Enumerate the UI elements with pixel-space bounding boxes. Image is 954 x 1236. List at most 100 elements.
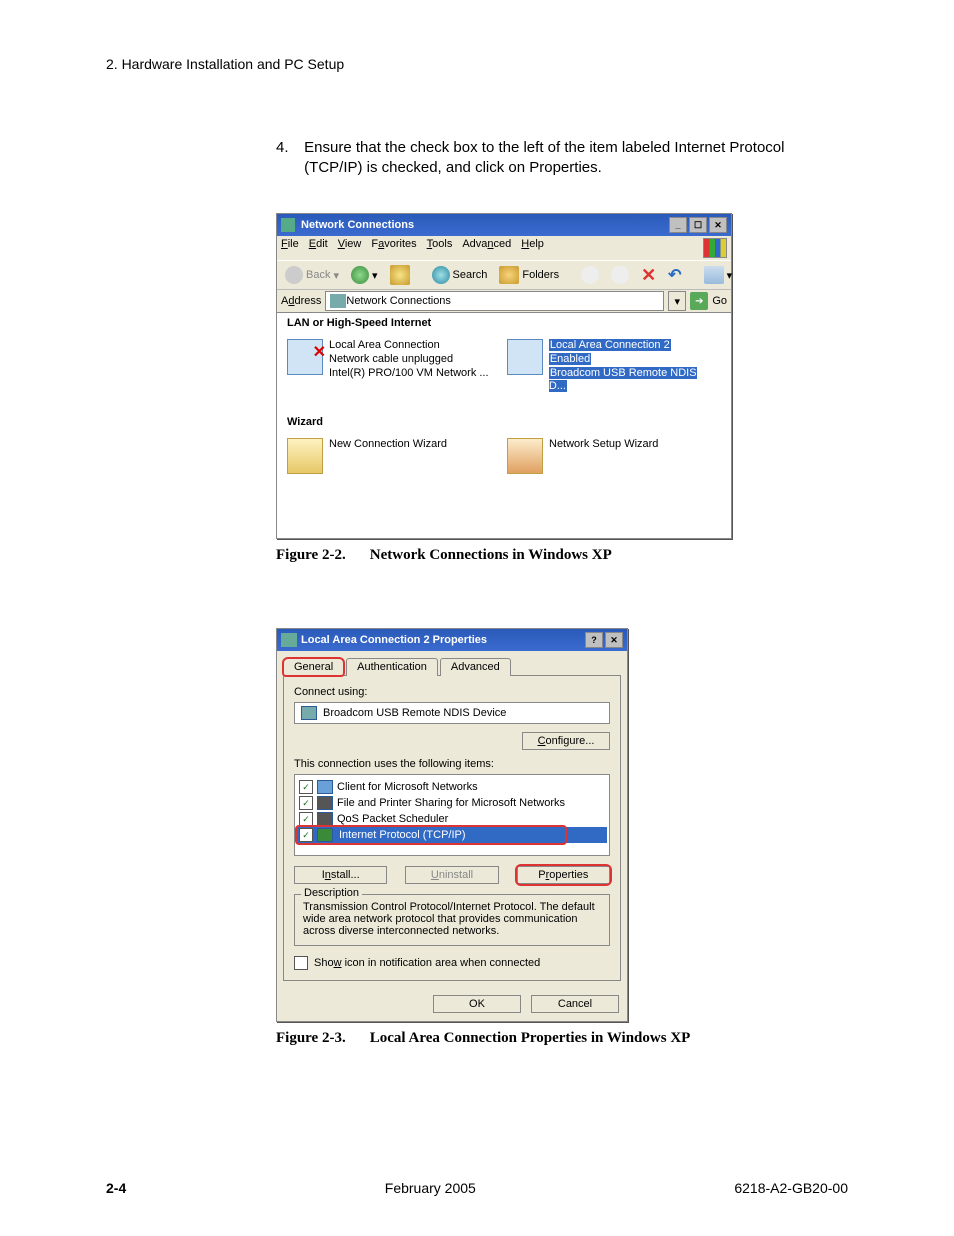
properties-button[interactable]: Properties — [517, 866, 610, 884]
footer-date: February 2005 — [385, 1180, 476, 1196]
menu-file[interactable]: FFileile — [281, 238, 299, 258]
lan2-status: Enabled — [549, 353, 591, 365]
menu-help[interactable]: Help — [521, 238, 544, 258]
lac-properties-window: Local Area Connection 2 Properties ? ✕ G… — [276, 628, 628, 1022]
adapter-name: Broadcom USB Remote NDIS Device — [323, 707, 506, 719]
undo-icon[interactable]: ↶ — [664, 263, 685, 287]
protocol-icon — [317, 828, 333, 842]
menu-edit[interactable]: Edit — [309, 238, 328, 258]
tab-authentication[interactable]: Authentication — [346, 658, 438, 676]
items-label: This connection uses the following items… — [294, 758, 610, 770]
checkbox-icon[interactable] — [294, 956, 308, 970]
step-4: 4. Ensure that the check box to the left… — [276, 138, 848, 177]
lan1-device: Intel(R) PRO/100 VM Network ... — [329, 367, 489, 381]
search-button[interactable]: Search — [428, 264, 492, 286]
service-icon — [317, 812, 333, 826]
checkbox-icon[interactable]: ✓ — [299, 828, 313, 842]
group-wizard-header: Wizard — [277, 412, 731, 432]
minimize-button[interactable]: _ — [669, 217, 687, 233]
window-title: Local Area Connection 2 Properties — [297, 634, 583, 646]
network-icon — [507, 339, 543, 375]
window-titlebar[interactable]: Network Connections _ ☐ ✕ — [277, 214, 731, 236]
step-number: 4. — [276, 138, 300, 158]
wizard-icon — [507, 438, 543, 474]
menubar: FFileile Edit View Favorites Tools Advan… — [277, 236, 731, 260]
delete-icon[interactable]: ✕ — [637, 263, 660, 288]
install-button[interactable]: Install... — [294, 866, 387, 884]
figure-2-3-caption: Figure 2-3. Local Area Connection Proper… — [276, 1030, 848, 1047]
new-connection-wizard[interactable]: New Connection Wizard — [287, 438, 497, 474]
network-icon: ✕ — [287, 339, 323, 375]
items-listbox[interactable]: ✓ Client for Microsoft Networks ✓ File a… — [294, 774, 610, 856]
item-qos[interactable]: ✓ QoS Packet Scheduler — [297, 811, 607, 827]
lan2-name: Local Area Connection 2 — [549, 339, 671, 351]
lan2-device: Broadcom USB Remote NDIS D... — [549, 367, 697, 393]
item-fileprint[interactable]: ✓ File and Printer Sharing for Microsoft… — [297, 795, 607, 811]
description-label: Description — [301, 887, 362, 899]
disconnected-x-icon: ✕ — [313, 342, 326, 362]
lan1-status: Network cable unplugged — [329, 353, 489, 367]
item-client[interactable]: ✓ Client for Microsoft Networks — [297, 779, 607, 795]
move-icon[interactable] — [577, 264, 603, 286]
tab-advanced[interactable]: Advanced — [440, 658, 511, 676]
maximize-button[interactable]: ☐ — [689, 217, 707, 233]
up-button[interactable] — [386, 263, 414, 287]
wizard-icon — [287, 438, 323, 474]
ok-button[interactable]: OK — [433, 995, 521, 1013]
wiz1-label: New Connection Wizard — [329, 438, 447, 452]
checkbox-icon[interactable]: ✓ — [299, 812, 313, 826]
lan-connection-2[interactable]: Local Area Connection 2 Enabled Broadcom… — [507, 339, 717, 394]
step-text-line1: Ensure that the check box to the left of… — [304, 139, 784, 156]
window-icon — [281, 218, 295, 232]
menu-view[interactable]: View — [338, 238, 362, 258]
connect-using-label: Connect using: — [294, 686, 610, 698]
doc-number: 6218-A2-GB20-00 — [734, 1180, 848, 1196]
item-tcpip[interactable]: ✓ Internet Protocol (TCP/IP) — [297, 827, 607, 843]
help-button[interactable]: ? — [585, 632, 603, 648]
back-button[interactable]: Back ▾ — [281, 264, 343, 286]
window-titlebar[interactable]: Local Area Connection 2 Properties ? ✕ — [277, 629, 627, 651]
address-dropdown[interactable]: ▾ — [668, 291, 686, 311]
copy-icon[interactable] — [607, 264, 633, 286]
lan-connection-1[interactable]: ✕ Local Area Connection Network cable un… — [287, 339, 497, 394]
address-input[interactable]: Network Connections — [325, 291, 664, 311]
adapter-field[interactable]: Broadcom USB Remote NDIS Device — [294, 702, 610, 724]
show-icon-row[interactable]: Show icon in notification area when conn… — [294, 956, 610, 970]
address-bar: Address Network Connections ▾ ➔ Go — [277, 290, 731, 313]
uninstall-button: Uninstall — [405, 866, 498, 884]
figure-2-2-caption: Figure 2-2. Network Connections in Windo… — [276, 547, 848, 564]
menu-advanced[interactable]: Advanced — [462, 238, 511, 258]
network-connections-window: Network Connections _ ☐ ✕ FFileile Edit … — [276, 213, 732, 539]
forward-button[interactable]: ▾ — [347, 264, 382, 286]
description-text-2: wide area network protocol that provides… — [303, 913, 601, 925]
page-number: 2-4 — [106, 1180, 126, 1196]
address-icon — [330, 294, 346, 308]
views-button[interactable]: ▾ — [700, 264, 737, 286]
wiz2-label: Network Setup Wizard — [549, 438, 658, 452]
menu-favorites[interactable]: Favorites — [371, 238, 416, 258]
folders-button[interactable]: Folders — [495, 264, 563, 286]
checkbox-icon[interactable]: ✓ — [299, 780, 313, 794]
chapter-header: 2. Hardware Installation and PC Setup — [106, 56, 848, 72]
step-text-line2: (TCP/IP) is checked, and click on Proper… — [304, 159, 602, 176]
close-button[interactable]: ✕ — [709, 217, 727, 233]
address-label: Address — [281, 295, 321, 307]
cancel-button[interactable]: Cancel — [531, 995, 619, 1013]
configure-button[interactable]: Configure... — [522, 732, 610, 750]
network-setup-wizard[interactable]: Network Setup Wizard — [507, 438, 717, 474]
tab-panel: Connect using: Broadcom USB Remote NDIS … — [283, 675, 621, 981]
show-icon-label: Show icon in notification area when conn… — [314, 957, 540, 969]
client-icon — [317, 780, 333, 794]
go-button[interactable]: ➔ — [690, 292, 708, 310]
tab-general[interactable]: General — [283, 658, 344, 676]
close-button[interactable]: ✕ — [605, 632, 623, 648]
windows-flag-icon — [703, 238, 727, 258]
window-title: Network Connections — [297, 219, 667, 231]
highlight-ring — [515, 864, 612, 886]
group-lan-header: LAN or High-Speed Internet — [277, 313, 731, 333]
adapter-icon — [301, 706, 317, 720]
toolbar: Back ▾ ▾ Search Folders ✕ ↶ ▾ — [277, 260, 731, 290]
checkbox-icon[interactable]: ✓ — [299, 796, 313, 810]
menu-tools[interactable]: Tools — [427, 238, 453, 258]
description-group: Description Transmission Control Protoco… — [294, 894, 610, 946]
